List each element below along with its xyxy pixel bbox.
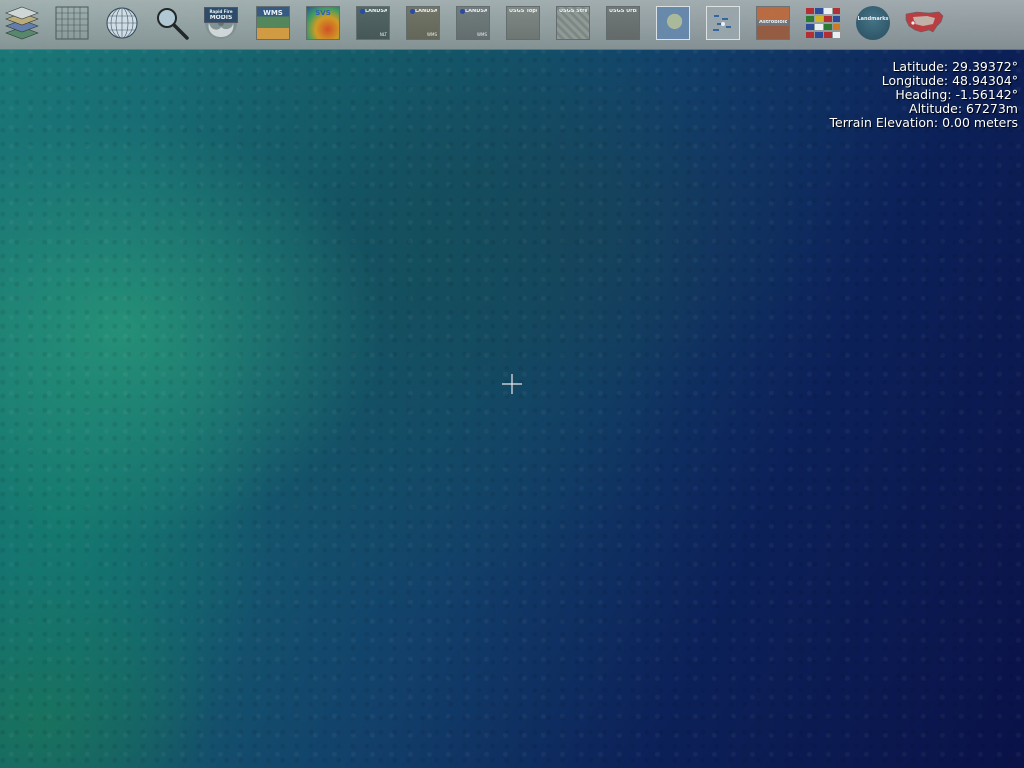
heading-readout: Heading: -1.56142° <box>895 87 1018 102</box>
svs-button[interactable]: SVS <box>305 5 341 41</box>
place-names-button[interactable] <box>705 5 741 41</box>
wms-button[interactable]: WMS <box>255 5 291 41</box>
landsat-visible-wms-tile: LANDSAT Visible WMS <box>406 6 440 40</box>
landsat-visible-nlt-button[interactable]: LANDSAT Visible NLT <box>355 5 391 41</box>
landsat-visible-nlt-label: LANDSAT Visible <box>365 9 387 14</box>
usgs-topo-tile: USGS Topo Ortho <box>506 6 540 40</box>
usgs-urban-button[interactable]: USGS Urban Area <box>605 5 641 41</box>
longitude-readout: Longitude: 48.94304° <box>881 73 1018 88</box>
usa-map-icon <box>905 11 944 33</box>
wms-icon: WMS <box>256 6 290 40</box>
terrain-elevation-readout: Terrain Elevation: 0.00 meters <box>829 115 1018 130</box>
landsat-visible-nlt-sub: NLT <box>379 32 387 37</box>
flags-button[interactable] <box>805 5 841 41</box>
globe-icon <box>106 7 138 39</box>
svs-label: SVS <box>315 10 331 17</box>
usgs-street-label: USGS Street Map <box>559 9 587 14</box>
layer-manager-button[interactable] <box>4 5 40 41</box>
svs-icon: SVS <box>306 6 340 40</box>
landsat-pseudo-sub: WMS <box>477 32 487 37</box>
globe-button[interactable] <box>104 5 140 41</box>
lat-lon-grid-button[interactable] <box>54 5 90 41</box>
landsat-visible-wms-label: LANDSAT Visible <box>415 9 437 14</box>
blue-marble-europe-icon <box>656 6 690 40</box>
lat-lon-grid-icon <box>55 6 89 40</box>
usgs-urban-tile: USGS Urban Area <box>606 6 640 40</box>
usgs-topo-label: USGS Topo Ortho <box>509 9 537 14</box>
layer-manager-icon <box>5 6 39 40</box>
modis-button[interactable]: Rapid Fire MODIS <box>203 5 239 41</box>
landsat-visible-wms-sub: WMS <box>427 32 437 37</box>
landsat-pseudo-label: LANDSAT Pseudo <box>465 9 487 14</box>
position-readout: Latitude: 29.39372° Longitude: 48.94304°… <box>830 60 1018 130</box>
search-magnifier-icon <box>157 8 189 40</box>
modis-label: MODIS <box>209 15 233 21</box>
toolbar: Rapid Fire MODIS WMS SVS LANDSAT Visible… <box>0 0 1024 50</box>
altitude-readout: Altitude: 67273m <box>909 101 1018 116</box>
flags-icon <box>806 8 840 38</box>
crosshair-icon <box>502 374 522 394</box>
landsat-visible-nlt-tile: LANDSAT Visible NLT <box>356 6 390 40</box>
latitude-readout: Latitude: 29.39372° <box>892 59 1018 74</box>
astrobiology-button[interactable]: Astrobiology <box>755 5 791 41</box>
astrobiology-tile: Astrobiology <box>756 6 790 40</box>
place-names-icon <box>706 6 740 40</box>
landmarks-label: Landmarks <box>857 16 889 22</box>
usgs-urban-label: USGS Urban Area <box>609 9 637 14</box>
landmarks-icon: Landmarks <box>856 6 890 40</box>
blue-marble-button[interactable] <box>655 5 691 41</box>
wms-label: WMS <box>263 10 283 17</box>
landmarks-button[interactable]: Landmarks <box>855 5 891 41</box>
usa-map-button[interactable] <box>903 5 945 41</box>
landsat-visible-wms-button[interactable]: LANDSAT Visible WMS <box>405 5 441 41</box>
modis-top-label: Rapid Fire <box>209 9 233 14</box>
modis-tile: Rapid Fire MODIS <box>204 7 238 23</box>
landsat-pseudo-tile: LANDSAT Pseudo WMS <box>456 6 490 40</box>
astrobiology-label: Astrobiology <box>759 20 787 25</box>
usgs-topo-button[interactable]: USGS Topo Ortho <box>505 5 541 41</box>
usgs-street-button[interactable]: USGS Street Map <box>555 5 591 41</box>
search-button[interactable] <box>154 5 190 41</box>
usgs-street-tile: USGS Street Map <box>556 6 590 40</box>
landsat-pseudo-button[interactable]: LANDSAT Pseudo WMS <box>455 5 491 41</box>
